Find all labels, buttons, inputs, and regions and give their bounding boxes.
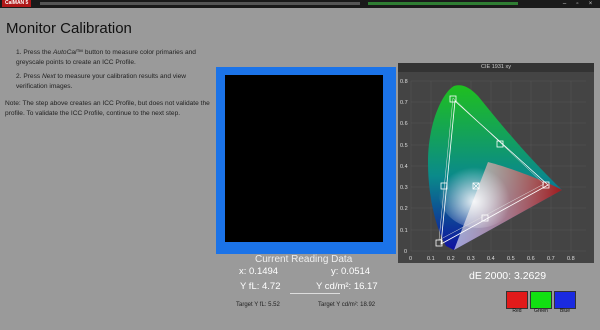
x-tick: 0.6 <box>527 256 535 262</box>
maximize-icon[interactable]: ▫ <box>573 1 582 7</box>
x-tick: 0.8 <box>567 256 575 262</box>
y-tick: 0.6 <box>400 121 408 127</box>
x-tick: 0.5 <box>507 256 515 262</box>
cie-chart-panel: CIE 1931 xy 0.8 0.7 0.6 0.5 0.4 0.3 0.2 … <box>398 63 594 263</box>
y-tick: 0.1 <box>400 228 408 234</box>
blue-swatch-button[interactable] <box>554 291 576 309</box>
cie-chart: 0.8 0.7 0.6 0.5 0.4 0.3 0.2 0.1 0 0 0.1 … <box>400 79 586 262</box>
close-icon[interactable]: × <box>586 1 595 7</box>
app-logo: CalMAN 5 <box>2 0 32 7</box>
reading-y: y: 0.0514 <box>331 266 371 277</box>
white-point-glow <box>438 152 518 228</box>
x-tick: 0 <box>409 256 412 262</box>
x-tick: 0.3 <box>467 256 475 262</box>
blue-swatch-label: Blue <box>559 308 570 314</box>
cie-x-ticks: 0 0.1 0.2 0.3 0.4 0.5 0.6 0.7 0.8 <box>409 256 575 262</box>
red-swatch-label: Red <box>512 308 522 314</box>
title-bar: CalMAN 5 – ▫ × <box>0 0 600 8</box>
toolbar-strip <box>40 2 360 5</box>
green-swatch-label: Green <box>534 308 548 314</box>
y-tick: 0 <box>404 249 407 255</box>
reading-title: Current Reading Data <box>255 254 353 265</box>
y-tick: 0.3 <box>400 185 408 191</box>
cie-chart-title: CIE 1931 xy <box>398 63 594 72</box>
reading-y-fl: Y fL: 4.72 <box>240 281 281 292</box>
reading-y-cd: Y cd/m²: 16.17 <box>316 281 378 292</box>
reading-x: x: 0.1494 <box>239 266 279 277</box>
y-tick: 0.8 <box>400 79 408 85</box>
instruction-step-1: 1. Press the AutoCal™ button to measure … <box>16 49 196 66</box>
x-tick: 0.7 <box>547 256 555 262</box>
progress-strip <box>368 2 518 5</box>
instruction-step-2: 2. Press Next to measure your calibratio… <box>16 73 187 90</box>
x-tick: 0.2 <box>447 256 455 262</box>
x-tick: 0.1 <box>427 256 435 262</box>
y-tick: 0.4 <box>400 164 408 170</box>
validation-note: Note: The step above creates an ICC Prof… <box>5 100 210 117</box>
cie-y-ticks: 0.8 0.7 0.6 0.5 0.4 0.3 0.2 0.1 0 <box>400 79 408 255</box>
de2000-value: dE 2000: 3.2629 <box>469 270 547 282</box>
target-y-fl: Target Y fL: 5.52 <box>236 302 280 308</box>
red-swatch-button[interactable] <box>506 291 528 309</box>
y-tick: 0.7 <box>400 100 408 106</box>
minimize-icon[interactable]: – <box>560 1 569 7</box>
measurement-area <box>216 67 396 254</box>
reading-divider <box>290 293 340 294</box>
measurement-patch <box>225 75 383 242</box>
green-swatch-button[interactable] <box>530 291 552 309</box>
page-title: Monitor Calibration <box>6 20 132 37</box>
x-tick: 0.4 <box>487 256 495 262</box>
y-tick: 0.5 <box>400 143 408 149</box>
target-y-cd: Target Y cd/m²: 18.92 <box>318 302 376 308</box>
y-tick: 0.2 <box>400 206 408 212</box>
